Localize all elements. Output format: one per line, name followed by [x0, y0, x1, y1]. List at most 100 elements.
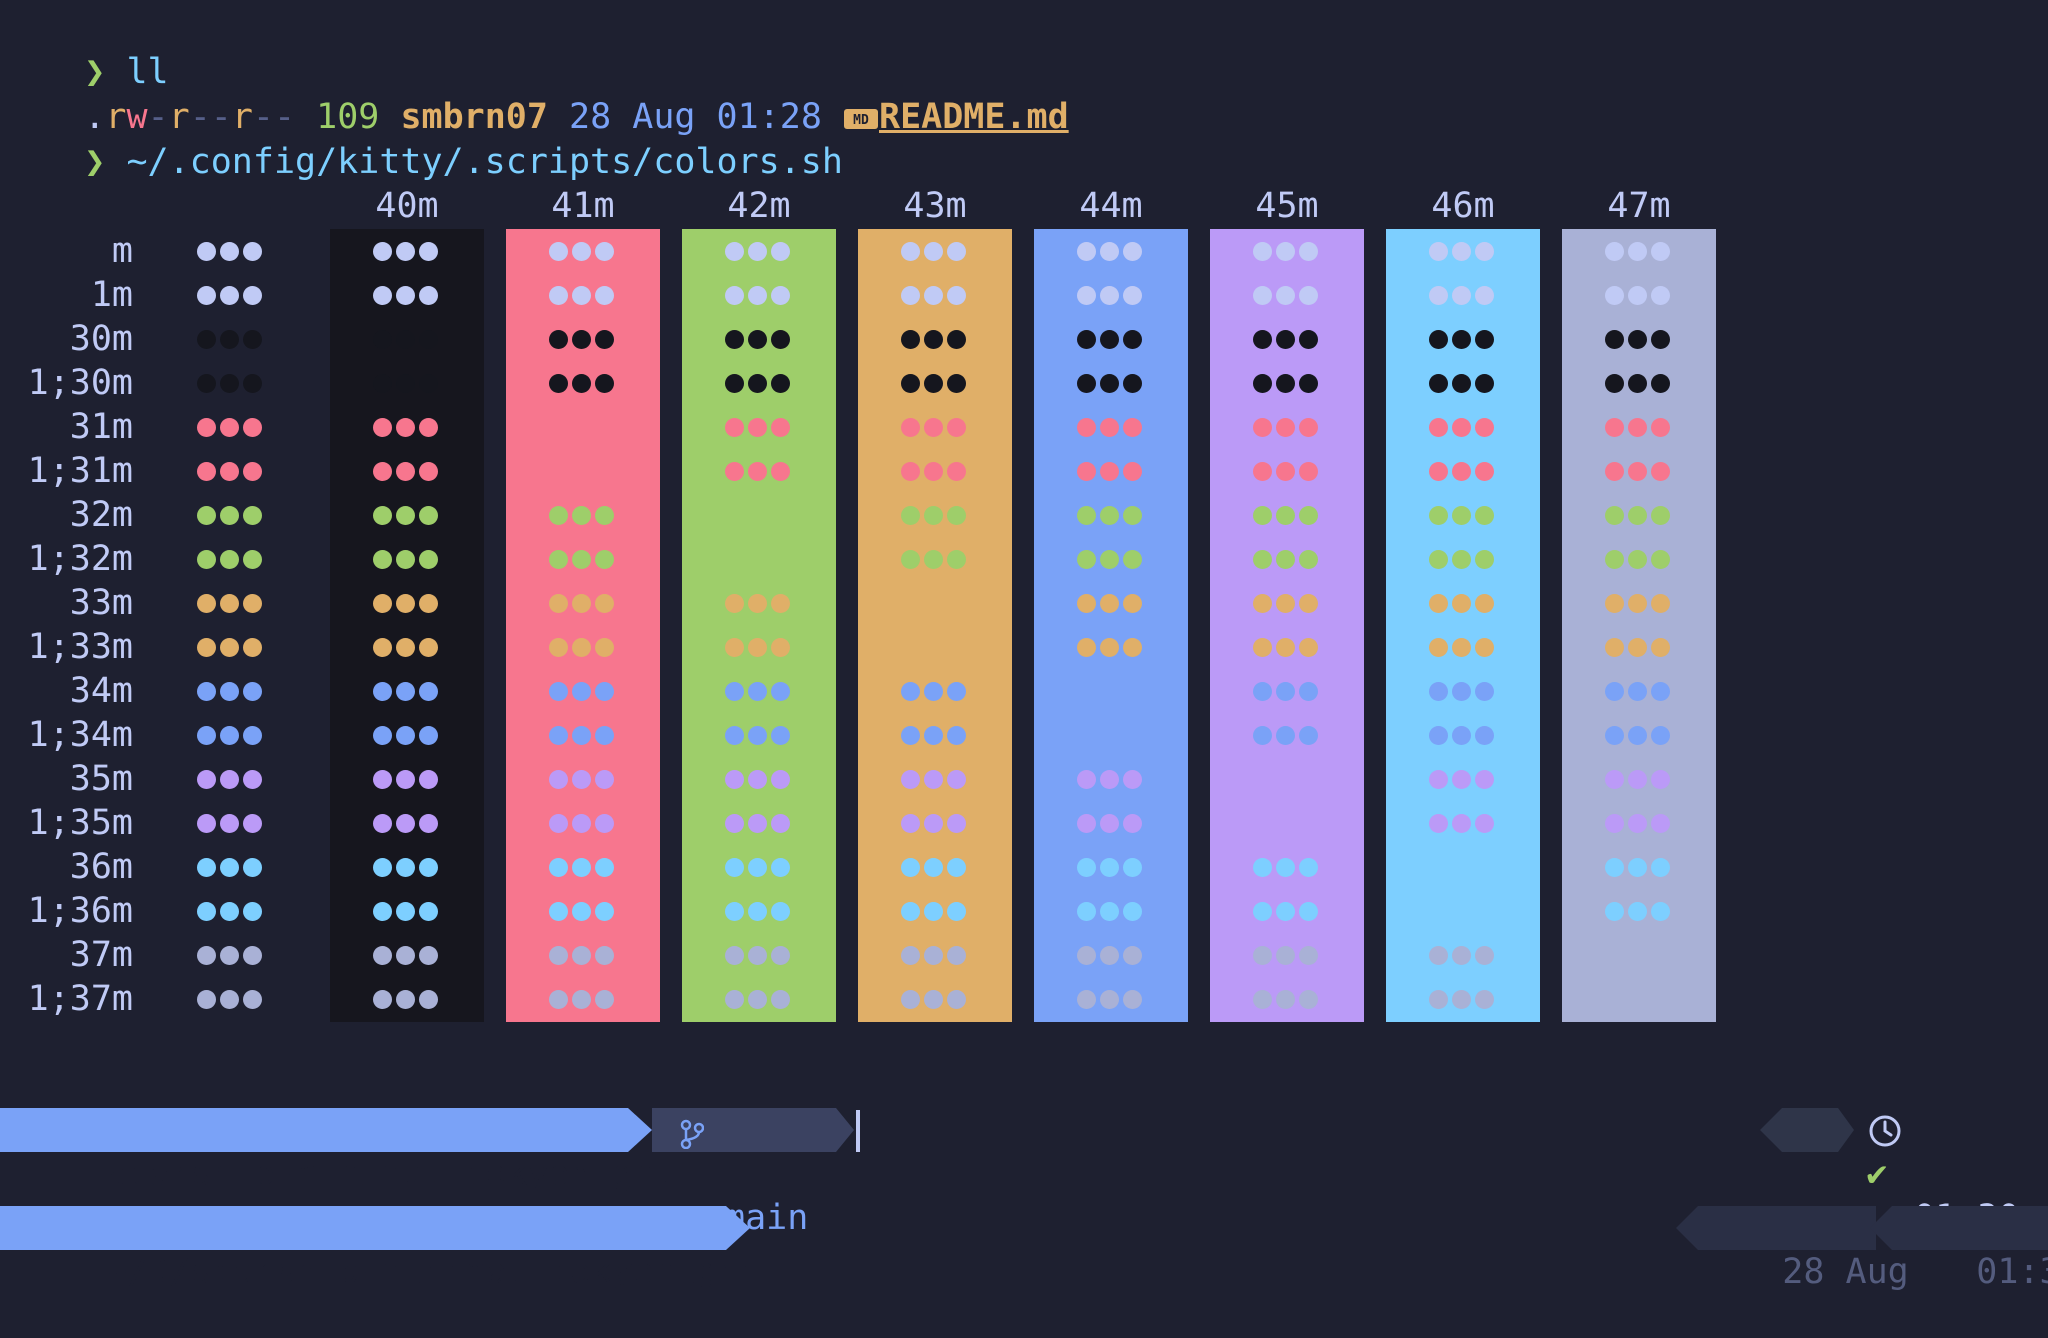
- color-sample-dots: [1253, 858, 1323, 878]
- color-sample-dots: [1253, 946, 1323, 966]
- time-label: 01:32: [1976, 1252, 2048, 1292]
- color-sample-dots: [1253, 814, 1323, 834]
- color-sample-dots: [1077, 286, 1147, 306]
- color-sample-dots: [197, 462, 267, 482]
- color-sample-dots: [1253, 902, 1323, 922]
- color-sample-dots: [373, 902, 443, 922]
- color-sample-dots: [549, 770, 619, 790]
- color-sample-dots: [549, 902, 619, 922]
- filename-readme[interactable]: README.md: [879, 97, 1069, 137]
- color-sample-dots: [1605, 990, 1675, 1010]
- color-sample-dots: [549, 990, 619, 1010]
- color-sample-dots: [1429, 594, 1499, 614]
- segment-separator: [1870, 1206, 1892, 1250]
- row-label: 1;33m: [27, 627, 133, 667]
- statusbar-branch: main: [652, 1108, 836, 1238]
- row-label: 1;37m: [27, 979, 133, 1019]
- row-label: 1;30m: [27, 363, 133, 403]
- git-branch-icon: [680, 1116, 705, 1160]
- color-sample-dots: [1253, 418, 1323, 438]
- color-sample-dots: [901, 770, 971, 790]
- color-sample-dots: [1253, 506, 1323, 526]
- segment-separator: [628, 1108, 652, 1152]
- directory-label: starship-minimal-tokyonight: [106, 1154, 676, 1194]
- color-sample-dots: [901, 418, 971, 438]
- color-sample-dots: [197, 726, 267, 746]
- md-file-icon: MD: [843, 105, 879, 135]
- color-sample-dots: [197, 682, 267, 702]
- color-sample-dots: [901, 550, 971, 570]
- statusbar-clock: 01:30: [1866, 1108, 2048, 1238]
- segment-separator: [1676, 1206, 1698, 1250]
- terminal-window[interactable]: ❯ ll .rw-r--r-- 109 smbrn07 28 Aug 01:28…: [0, 0, 2048, 1292]
- color-sample-dots: [1253, 242, 1323, 262]
- color-sample-dots: [1253, 286, 1323, 306]
- color-sample-dots: [901, 726, 971, 746]
- color-sample-dots: [549, 242, 619, 262]
- color-sample-dots: [1077, 638, 1147, 658]
- color-sample-dots: [901, 814, 971, 834]
- color-sample-dots: [901, 374, 971, 394]
- color-sample-dots: [1429, 858, 1499, 878]
- color-sample-dots: [725, 858, 795, 878]
- color-sample-dots: [725, 242, 795, 262]
- color-sample-dots: [901, 286, 971, 306]
- row-label: 31m: [69, 407, 133, 447]
- color-sample-dots: [1077, 858, 1147, 878]
- color-sample-dots: [1429, 726, 1499, 746]
- svg-text:MD: MD: [853, 113, 869, 128]
- color-sample-dots: [1429, 506, 1499, 526]
- status-ok: ✔: [1782, 1108, 1887, 1194]
- color-sample-dots: [725, 374, 795, 394]
- row-label: 34m: [69, 671, 133, 711]
- color-sample-dots: [549, 814, 619, 834]
- color-sample-dots: [1429, 814, 1499, 834]
- color-sample-dots: [1253, 726, 1323, 746]
- color-sample-dots: [1429, 418, 1499, 438]
- color-sample-dots: [1605, 418, 1675, 438]
- text-cursor: [856, 1110, 860, 1152]
- color-sample-dots: [1077, 330, 1147, 350]
- color-sample-dots: [1077, 682, 1147, 702]
- color-sample-dots: [197, 550, 267, 570]
- row-label: 1;36m: [27, 891, 133, 931]
- color-sample-dots: [901, 858, 971, 878]
- color-sample-dots: [1429, 462, 1499, 482]
- color-sample-dots: [197, 946, 267, 966]
- color-sample-dots: [1077, 990, 1147, 1010]
- color-sample-dots: [1429, 242, 1499, 262]
- color-sample-dots: [1429, 550, 1499, 570]
- color-sample-dots: [1077, 506, 1147, 526]
- color-sample-dots: [725, 682, 795, 702]
- color-sample-dots: [901, 902, 971, 922]
- color-sample-dots: [197, 770, 267, 790]
- color-sample-dots: [1077, 374, 1147, 394]
- row-label: 35m: [69, 759, 133, 799]
- command-text: ~/.config/kitty/.scripts/colors.sh: [126, 142, 843, 182]
- color-sample-dots: [373, 990, 443, 1010]
- color-sample-dots: [373, 858, 443, 878]
- color-sample-dots: [1605, 506, 1675, 526]
- color-sample-dots: [1253, 770, 1323, 790]
- color-sample-dots: [725, 946, 795, 966]
- column-header: 47m: [1607, 186, 1671, 226]
- color-sample-dots: [549, 418, 619, 438]
- color-sample-dots: [549, 286, 619, 306]
- row-label: 1m: [90, 275, 133, 315]
- color-sample-dots: [197, 638, 267, 658]
- column-header: 45m: [1255, 186, 1319, 226]
- color-sample-dots: [1605, 550, 1675, 570]
- color-sample-dots: [373, 770, 443, 790]
- row-label: 30m: [69, 319, 133, 359]
- color-sample-dots: [197, 902, 267, 922]
- color-sample-dots: [1429, 638, 1499, 658]
- color-sample-dots: [1605, 946, 1675, 966]
- row-label: 37m: [69, 935, 133, 975]
- bottombar-path: ~/D/starship-minimal-tokyonight: [0, 1206, 760, 1292]
- color-sample-dots: [725, 286, 795, 306]
- color-sample-dots: [901, 638, 971, 658]
- color-sample-dots: [901, 682, 971, 702]
- color-sample-dots: [549, 462, 619, 482]
- color-sample-dots: [901, 594, 971, 614]
- color-sample-dots: [549, 594, 619, 614]
